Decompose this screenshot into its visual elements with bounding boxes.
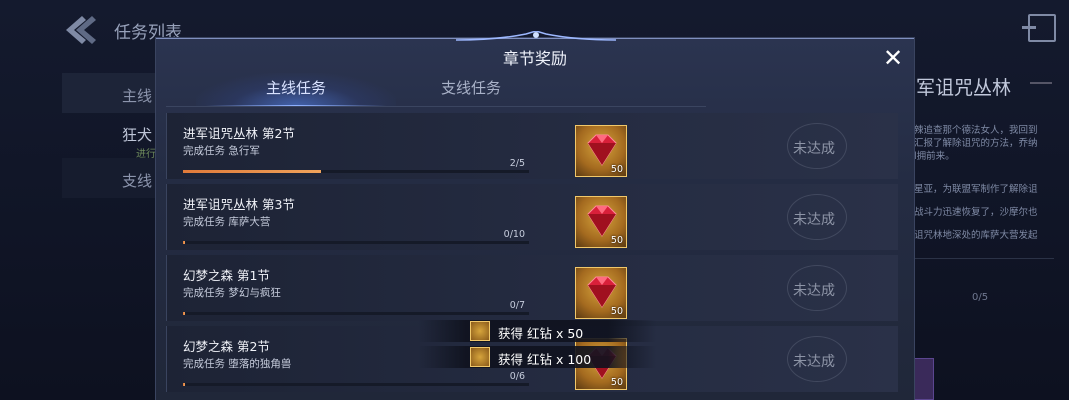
reward-row: 幻梦之森 第1节 完成任务 梦幻与疯狂 0/7 50 未达成 [166,255,898,321]
row-progress-count: 2/5 [509,158,525,169]
red-diamond-icon [470,321,490,341]
bg-detail-text-1: 辣追查那个德法女人，我回到 汇报了解除诅咒的方法，乔纳 l拥前来。 [914,124,1064,163]
progress-bar [183,383,529,386]
status-label: 未达成 [793,141,835,157]
bg-detail-line: 诅咒林地深处的库萨大营发起 [914,230,1038,241]
reward-tabs: 主线任务 支线任务 [166,73,706,107]
bg-divider [1030,82,1052,84]
status-label: 未达成 [793,212,835,228]
progress-bar-fill [183,170,322,173]
reward-toast: 获得 红钻 x 100 [418,346,656,368]
row-progress-count: 0/10 [503,229,525,240]
bg-detail-line: l拥前来。 [914,151,955,162]
reward-quantity: 50 [610,377,623,388]
progress-bar-fill [183,241,186,244]
bg-selected-quest[interactable]: 狂犬 [122,124,152,145]
row-title: 幻梦之森 第2节 [183,339,270,354]
progress-bar-fill [183,383,186,386]
row-subtitle: 完成任务 堕落的独角兽 [183,358,292,370]
reward-toast: 获得 红钻 x 50 [418,320,656,342]
progress-bar [183,170,529,173]
dialog-title: 章节奖励 [502,49,567,68]
tab-side-quest[interactable]: 支线任务 [371,73,571,107]
toast-text: 获得 红钻 x 100 [498,352,592,367]
progress-bar [183,312,529,315]
close-icon[interactable]: ✕ [880,45,906,71]
back-arrow-icon[interactable] [62,12,102,48]
row-subtitle: 完成任务 梦幻与疯狂 [183,287,281,299]
toast-text: 获得 红钻 x 50 [498,326,584,341]
row-title: 进军诅咒丛林 第3节 [183,197,295,212]
bg-detail-line: 汇报了解除诅咒的方法，乔纳 [914,138,1038,149]
reward-row: 进军诅咒丛林 第3节 完成任务 库萨大营 0/10 50 未达成 [166,184,898,250]
reward-item[interactable]: 50 [575,267,627,319]
exit-icon[interactable] [1022,14,1056,42]
tabs-divider [166,106,706,107]
bg-detail-line: 星亚，为联盟军制作了解除诅 [914,184,1038,195]
bg-detail-line: 战斗力迅速恢复了，沙摩尔也 [914,207,1038,218]
tab-main-quest[interactable]: 主线任务 [196,73,396,107]
row-subtitle: 完成任务 急行军 [183,145,260,157]
bg-detail-title: 军诅咒丛林 [916,77,1012,99]
status-label: 未达成 [793,354,835,370]
progress-bar [183,241,529,244]
bg-detail-text-2: 星亚，为联盟军制作了解除诅 战斗力迅速恢复了，沙摩尔也 诅咒林地深处的库萨大营发… [914,183,1064,242]
row-title: 幻梦之森 第1节 [183,268,270,283]
row-progress-count: 0/6 [509,371,525,382]
row-subtitle: 完成任务 库萨大营 [183,216,271,228]
reward-quantity: 50 [610,235,623,246]
bg-detail-line: 辣追查那个德法女人，我回到 [914,125,1038,136]
row-progress-count: 0/7 [509,300,525,311]
red-diamond-icon [470,347,490,367]
reward-item[interactable]: 50 [575,125,627,177]
reward-quantity: 50 [610,164,623,175]
bg-detail-count: 0/5 [972,292,989,303]
reward-item[interactable]: 50 [575,196,627,248]
status-label: 未达成 [793,283,835,299]
bg-reward-thumb [912,358,934,400]
reward-quantity: 50 [610,306,623,317]
dialog-crest-ornament [456,31,616,41]
row-title: 进军诅咒丛林 第2节 [183,126,295,141]
bg-rule [914,258,1054,259]
reward-row: 进军诅咒丛林 第2节 完成任务 急行军 2/5 50 未达成 [166,113,898,179]
progress-bar-fill [183,312,186,315]
